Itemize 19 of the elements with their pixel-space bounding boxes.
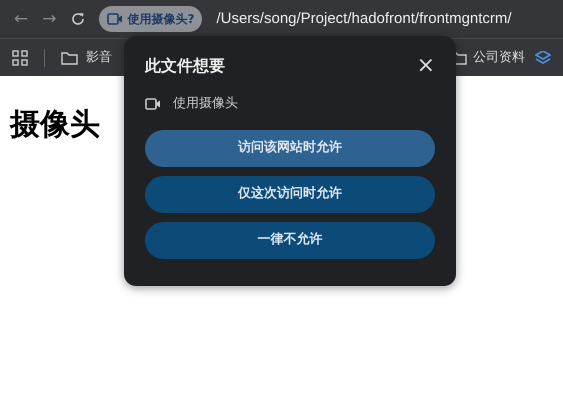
address-text[interactable]: /Users/song/Project/hadofront/frontmgntcrm/ (216, 8, 512, 30)
page-heading: 摄像头 (10, 106, 100, 144)
forward-button[interactable]: → (42, 10, 56, 28)
apps-icon (12, 50, 28, 66)
camera-icon (145, 98, 161, 110)
close-button[interactable]: × (416, 55, 435, 77)
popup-title: 此文件想要 (145, 55, 225, 77)
folder-icon (60, 50, 78, 65)
back-button[interactable]: ← (14, 10, 28, 28)
camera-icon (106, 13, 122, 25)
permission-label: 使用摄像头 (173, 95, 238, 113)
logo-icon (535, 50, 551, 64)
choice-button[interactable]: 访问该网站时允许 (145, 130, 435, 166)
choice-button[interactable]: 一律不允许 (145, 222, 435, 258)
bookmark-link[interactable]: 影音 (86, 48, 112, 68)
choice-button[interactable]: 仅这次访问时允许 (145, 176, 435, 212)
bookmark-link[interactable]: 公司资料 (473, 48, 525, 68)
permission-chip[interactable]: 使用摄像头? (98, 6, 202, 32)
reload-button[interactable] (70, 12, 84, 26)
